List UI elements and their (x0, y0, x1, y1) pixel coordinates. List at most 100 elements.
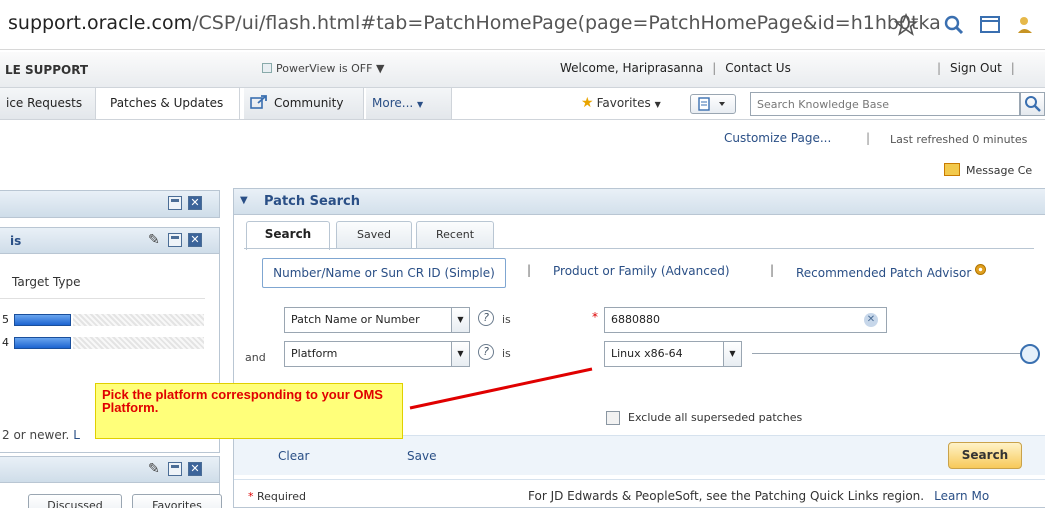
search-icon (1025, 96, 1041, 112)
favorites-label: Favorites (596, 96, 651, 110)
url-path: /CSP/ui/flash.html#tab=PatchHomePage(pag… (192, 12, 941, 34)
favorites-button[interactable]: Favorites (132, 494, 222, 508)
patch-search-header[interactable]: ▼ Patch Search (234, 189, 1045, 215)
required-asterisk: * (248, 490, 254, 503)
tab-service-requests[interactable]: ice Requests (0, 88, 96, 119)
message-center-link[interactable]: Message Ce (944, 163, 1032, 177)
patch-search-panel: ▼ Patch Search Search Saved Recent Numbe… (233, 188, 1045, 508)
browser-url-bar[interactable]: support.oracle.com/CSP/ui/flash.html#tab… (0, 0, 1045, 50)
tab-underline (244, 248, 1034, 249)
panel-title: is (10, 234, 22, 248)
bar-track (73, 314, 204, 326)
discussed-button[interactable]: Discussed (28, 494, 122, 508)
clear-field-icon[interactable]: ✕ (864, 313, 878, 327)
learn-more-link[interactable]: Learn Mo (934, 489, 989, 503)
customize-page-link[interactable]: Customize Page... (724, 131, 831, 145)
mode-simple-button[interactable]: Number/Name or Sun CR ID (Simple) (262, 258, 506, 288)
exclude-superseded-checkbox[interactable] (606, 411, 620, 425)
edit-pencil-icon[interactable]: ✎ (148, 232, 160, 248)
contact-us-link[interactable]: Contact Us (725, 61, 791, 75)
help-icon[interactable]: ? (478, 344, 494, 360)
message-center-icon (944, 163, 960, 176)
search-button[interactable] (1020, 92, 1045, 116)
external-link-icon (250, 95, 267, 109)
divider (0, 298, 205, 299)
tab-search[interactable]: Search (246, 221, 330, 250)
search-icon[interactable] (940, 11, 968, 39)
tab-community-label: Community (274, 96, 344, 110)
sign-out-link[interactable]: Sign Out (950, 61, 1002, 75)
tab-community[interactable]: Community (244, 88, 364, 119)
version-note-link[interactable]: L (73, 428, 80, 442)
tab-patches-updates[interactable]: Patches & Updates (104, 88, 240, 119)
close-icon[interactable]: ✕ (188, 233, 202, 247)
slider-track[interactable] (752, 353, 1022, 354)
help-icon[interactable]: ? (478, 310, 494, 326)
minimize-icon[interactable] (168, 462, 182, 476)
left-panel-1: ✕ (0, 190, 220, 218)
star-icon: ★ (581, 95, 594, 111)
signout-area: | Sign Out | (928, 61, 1024, 75)
knowledge-search-input[interactable]: Search Knowledge Base (750, 92, 1020, 116)
footer-note: For JD Edwards & PeopleSoft, see the Pat… (528, 489, 989, 503)
clear-link[interactable]: Clear (278, 449, 309, 463)
brand-title: LE SUPPORT (5, 63, 89, 77)
close-icon[interactable]: ✕ (188, 196, 202, 210)
minimize-icon[interactable] (168, 233, 182, 247)
collapse-triangle-icon[interactable]: ▼ (240, 195, 248, 206)
extension-icon[interactable] (1012, 11, 1040, 39)
welcome-text: Welcome, Hariprasanna (560, 61, 704, 75)
document-menu-button[interactable] (690, 94, 736, 114)
exclude-superseded-label: Exclude all superseded patches (628, 411, 803, 424)
url-text[interactable]: support.oracle.com/CSP/ui/flash.html#tab… (8, 12, 941, 34)
window-icon[interactable] (976, 11, 1004, 39)
platform-select[interactable]: Linux x86-64 ▼ (604, 341, 742, 367)
save-link[interactable]: Save (407, 449, 436, 463)
mode-recommended-link[interactable]: Recommended Patch Advisor (796, 264, 987, 280)
favorites-menu[interactable]: ★ Favorites ▼ (581, 95, 661, 111)
and-label: and (245, 351, 266, 364)
version-note-text: 2 or newer. (2, 428, 70, 442)
annotation-callout: Pick the platform corresponding to your … (95, 383, 403, 439)
target-bar-2[interactable]: 4 (2, 336, 204, 349)
divider: | (937, 61, 942, 75)
action-bar: Clear Save Search (234, 435, 1045, 475)
url-host: support.oracle.com (8, 12, 193, 34)
chevron-down-icon: ▼ (654, 100, 661, 109)
target-bar-1[interactable]: 5 (2, 313, 204, 326)
patch-search-footer: * Required For JD Edwards & PeopleSoft, … (234, 479, 1045, 508)
edit-pencil-icon[interactable]: ✎ (148, 461, 160, 477)
minimize-icon[interactable] (168, 196, 182, 210)
advisor-icon (975, 264, 987, 275)
field-select-patch[interactable]: Patch Name or Number ▼ (284, 307, 470, 333)
tab-recent[interactable]: Recent (416, 221, 494, 248)
operator-label: is (502, 347, 511, 360)
document-icon (698, 97, 725, 111)
bar-fill (14, 314, 71, 326)
bookmark-star-icon[interactable] (892, 11, 920, 39)
last-refreshed: Last refreshed 0 minutes (890, 133, 1028, 146)
bar-track (73, 337, 204, 349)
chevron-down-icon: ▼ (375, 62, 385, 75)
mode-recommended-label: Recommended Patch Advisor (796, 266, 972, 280)
patch-number-input[interactable]: 6880880 ✕ (604, 307, 887, 333)
chevron-down-icon: ▼ (417, 100, 424, 109)
tab-saved[interactable]: Saved (336, 221, 412, 248)
divider: | (712, 61, 717, 75)
mode-advanced-link[interactable]: Product or Family (Advanced) (553, 264, 730, 278)
left-panel-3-header: ✎ ✕ (0, 457, 219, 483)
powerview-label: PowerView is OFF (276, 62, 373, 75)
chevron-down-icon: ▼ (451, 308, 469, 332)
bar-fill (14, 337, 71, 349)
field-select-platform[interactable]: Platform ▼ (284, 341, 470, 367)
app-header: LE SUPPORT PowerView is OFF ▼ Welcome, H… (0, 52, 1045, 88)
powerview-toggle[interactable]: PowerView is OFF ▼ (262, 62, 384, 75)
patch-search-title: Patch Search (264, 194, 360, 209)
operator-label: is (502, 313, 511, 326)
slider-knob[interactable] (1020, 344, 1040, 364)
search-submit-button[interactable]: Search (948, 442, 1022, 469)
main-tabs: ice Requests Patches & Updates Community… (0, 88, 1045, 120)
tab-more[interactable]: More... ▼ (366, 88, 452, 119)
left-panel-1-header: ✕ (0, 191, 219, 217)
close-icon[interactable]: ✕ (188, 462, 202, 476)
